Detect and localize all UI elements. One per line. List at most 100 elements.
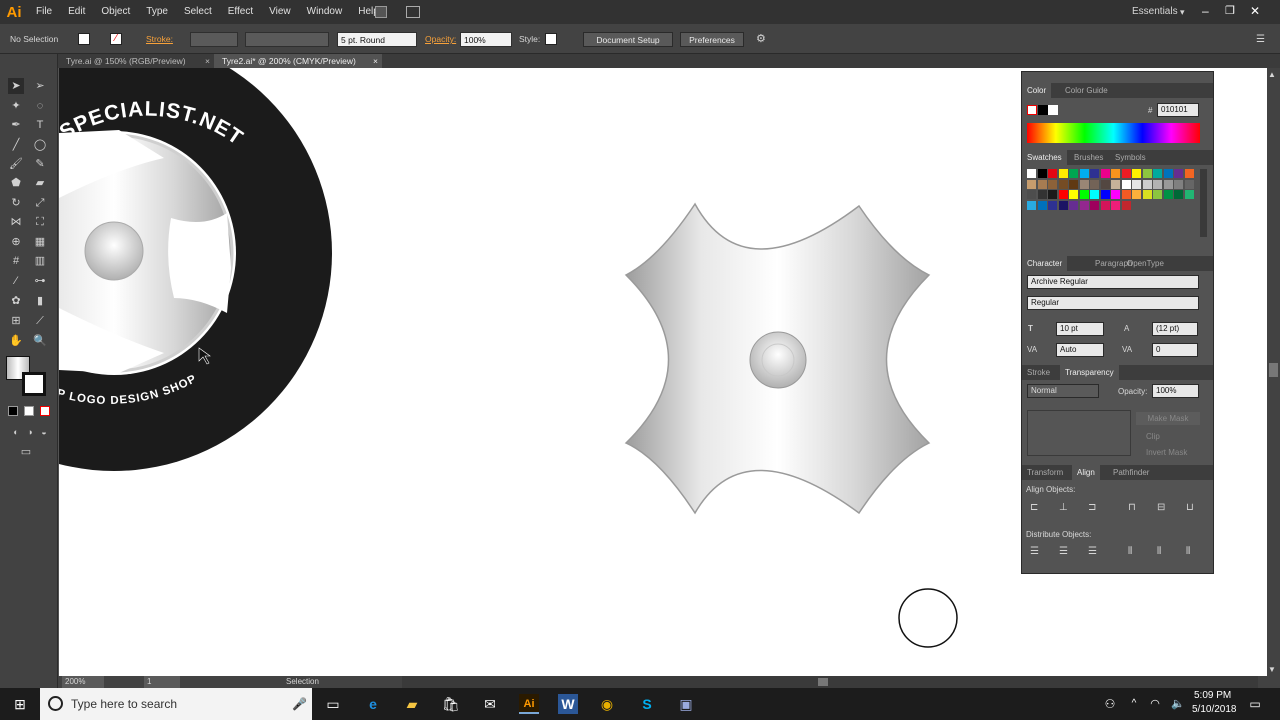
- artboard-tool-icon[interactable]: ⊞: [8, 313, 24, 329]
- color-swatch[interactable]: [1090, 200, 1099, 210]
- kerning-field[interactable]: Auto: [1056, 343, 1104, 357]
- color-swatch[interactable]: [1058, 190, 1068, 199]
- font-size-field[interactable]: 10 pt: [1056, 322, 1104, 336]
- start-icon[interactable]: ⊞: [10, 694, 30, 714]
- tab-color-guide[interactable]: Color Guide: [1060, 83, 1113, 98]
- color-swatch[interactable]: [1079, 169, 1089, 178]
- color-swatch[interactable]: [1027, 200, 1036, 210]
- align-bottom-icon[interactable]: ⊔: [1186, 502, 1194, 513]
- free-transform-icon[interactable]: ⛶: [32, 214, 48, 230]
- scroll-thumb[interactable]: [818, 678, 828, 686]
- system-tray-chevron-icon[interactable]: ^: [1124, 694, 1144, 714]
- color-swatch[interactable]: [1153, 169, 1162, 178]
- color-swatch[interactable]: [1142, 179, 1152, 189]
- color-swatch[interactable]: [1069, 179, 1078, 189]
- color-swatch[interactable]: [1163, 169, 1173, 178]
- file-explorer-icon[interactable]: ▰: [402, 694, 422, 714]
- color-swatch[interactable]: [1090, 179, 1099, 189]
- color-spectrum[interactable]: [1027, 123, 1200, 143]
- mesh-icon[interactable]: #: [8, 253, 24, 269]
- color-swatch[interactable]: [1184, 190, 1194, 199]
- color-swatch[interactable]: [1132, 169, 1141, 178]
- color-swatch[interactable]: [1100, 169, 1110, 178]
- black-swatch[interactable]: [1038, 105, 1048, 115]
- selection-tool-icon[interactable]: ➤: [8, 78, 24, 94]
- color-swatch[interactable]: [1037, 190, 1047, 199]
- direct-selection-tool-icon[interactable]: ➢: [32, 78, 48, 94]
- none-swatch[interactable]: [1027, 105, 1037, 115]
- color-swatch[interactable]: [1121, 190, 1131, 199]
- invert-mask-checkbox[interactable]: Invert Mask: [1146, 448, 1187, 457]
- gradient-icon[interactable]: ▥: [32, 253, 48, 269]
- zoom-tool-icon[interactable]: 🔍: [32, 333, 48, 349]
- document-setup-button[interactable]: Document Setup: [583, 32, 673, 47]
- color-swatch[interactable]: [1069, 200, 1078, 210]
- menu-view[interactable]: View: [261, 0, 299, 24]
- color-swatch[interactable]: [1163, 190, 1173, 199]
- tab-transform[interactable]: Transform: [1022, 465, 1068, 480]
- store-icon[interactable]: 🛍: [441, 694, 461, 714]
- tab-symbols[interactable]: Symbols: [1110, 150, 1151, 165]
- distribute-top-icon[interactable]: ☰: [1030, 546, 1039, 557]
- clock-time[interactable]: 5:09 PM: [1194, 690, 1231, 701]
- minimize-icon[interactable]: –: [1202, 0, 1209, 22]
- symbol-sprayer-icon[interactable]: ✿: [8, 293, 24, 309]
- color-swatch[interactable]: [1174, 169, 1183, 178]
- arrange-icon[interactable]: ⚙: [756, 32, 766, 47]
- color-swatch[interactable]: [1069, 190, 1078, 199]
- rotate-icon[interactable]: ↻: [8, 195, 24, 211]
- color-swatch[interactable]: [1142, 169, 1152, 178]
- perspective-grid-icon[interactable]: ▦: [32, 234, 48, 250]
- color-swatch[interactable]: [1100, 200, 1110, 210]
- color-swatch[interactable]: [1121, 179, 1131, 189]
- color-swatch[interactable]: [1100, 190, 1110, 199]
- word-icon[interactable]: W: [558, 694, 578, 714]
- color-swatch[interactable]: [1079, 190, 1089, 199]
- distribute-left-icon[interactable]: ⫴: [1128, 546, 1132, 557]
- color-swatch[interactable]: [1142, 190, 1152, 199]
- lasso-icon[interactable]: ◌: [32, 98, 48, 114]
- tab-brushes[interactable]: Brushes: [1069, 150, 1108, 165]
- tab-tyre2-ai[interactable]: Tyre2.ai* @ 200% (CMYK/Preview) ×: [214, 54, 382, 68]
- color-swatch[interactable]: [1037, 179, 1047, 189]
- workspace-switcher[interactable]: Essentials: [1132, 0, 1178, 24]
- notifications-icon[interactable]: ▭: [1245, 694, 1265, 714]
- align-middle-icon[interactable]: ⊟: [1157, 502, 1165, 513]
- panel-menu-icon[interactable]: ☰: [1256, 32, 1265, 47]
- ellipse-tool-icon[interactable]: ◯: [32, 137, 48, 153]
- blend-icon[interactable]: ⊶: [32, 273, 48, 289]
- color-swatch[interactable]: [1174, 190, 1183, 199]
- color-swatch[interactable]: [1027, 190, 1036, 199]
- color-swatch[interactable]: [1111, 169, 1120, 178]
- microphone-icon[interactable]: 🎤: [292, 688, 307, 720]
- opacity-field[interactable]: 100%: [460, 32, 512, 47]
- hex-input[interactable]: 010101: [1157, 103, 1199, 117]
- volume-icon[interactable]: 🔈: [1168, 694, 1188, 714]
- brush-definition[interactable]: 5 pt. Round: [337, 32, 417, 47]
- width-tool-icon[interactable]: ⋈: [8, 214, 24, 230]
- swatch-scrollbar[interactable]: [1200, 169, 1207, 237]
- scroll-thumb[interactable]: [1269, 363, 1278, 377]
- color-swatch[interactable]: [1111, 200, 1120, 210]
- align-right-icon[interactable]: ⊐: [1088, 502, 1096, 513]
- arrange-documents-icon[interactable]: [406, 6, 420, 18]
- color-swatch[interactable]: [1111, 179, 1120, 189]
- bridge-icon[interactable]: [375, 6, 387, 18]
- tab-opentype[interactable]: OpenType: [1122, 256, 1169, 271]
- color-swatch[interactable]: [1132, 179, 1141, 189]
- close-icon[interactable]: ×: [205, 54, 210, 68]
- stroke-color-box[interactable]: [22, 372, 46, 396]
- close-icon[interactable]: ✕: [1250, 0, 1260, 22]
- tab-transparency[interactable]: Transparency: [1060, 365, 1119, 380]
- rim-artwork[interactable]: [624, 202, 931, 515]
- shape-builder-icon[interactable]: ⊕: [8, 234, 24, 250]
- type-tool-icon[interactable]: T: [32, 117, 48, 133]
- color-swatch[interactable]: [1037, 169, 1047, 178]
- distribute-right-icon[interactable]: ⫴: [1186, 546, 1190, 557]
- pen-tool-icon[interactable]: ✒: [8, 117, 24, 133]
- distribute-center-icon[interactable]: ⫴: [1157, 546, 1161, 557]
- align-top-icon[interactable]: ⊓: [1128, 502, 1136, 513]
- font-style-dropdown[interactable]: Regular: [1027, 296, 1199, 310]
- menu-file[interactable]: File: [28, 0, 60, 24]
- graph-tool-icon[interactable]: ▮: [32, 293, 48, 309]
